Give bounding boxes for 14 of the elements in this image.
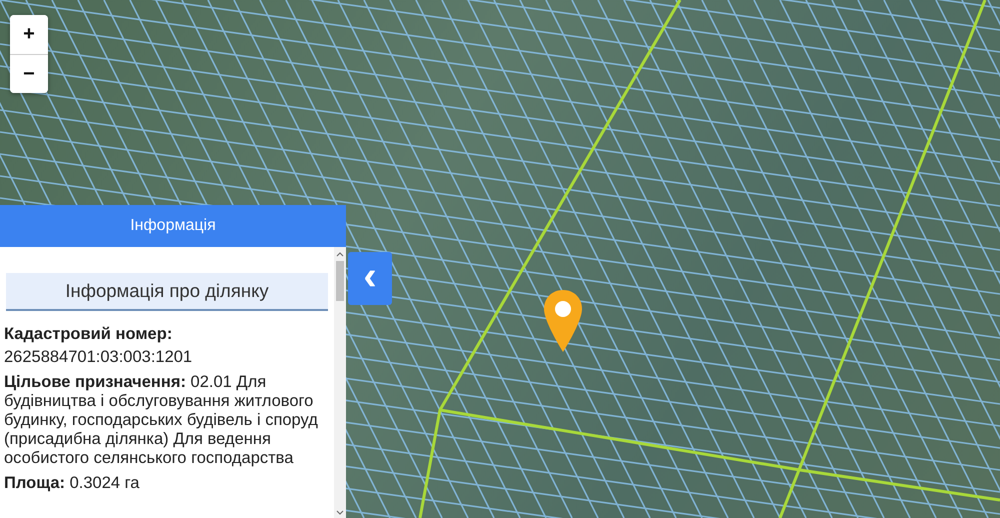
scroll-up-icon[interactable]: [336, 251, 344, 257]
scrollbar-thumb[interactable]: [336, 261, 344, 301]
scrollbar[interactable]: [334, 247, 346, 518]
cadastral-number-label: Кадастровий номер:: [4, 325, 174, 344]
zoom-in-button[interactable]: +: [10, 15, 48, 54]
section-heading: Інформація про ділянку: [6, 273, 328, 311]
collapse-panel-button[interactable]: ‹: [348, 252, 392, 305]
map-pin-icon[interactable]: [541, 288, 585, 354]
area-text: Площа: 0.3024 га: [4, 474, 140, 493]
cadastral-number-value: 2625884701:03:003:1201: [4, 348, 194, 367]
purpose-text: Цільове призначення: 02.01 Для будівництва і обслуговування житлового будинку, господарських будівель і споруд (присадибна ділянка) Для ведення особистого селянського господарства: [4, 373, 319, 468]
panel-title: Інформація: [0, 205, 346, 247]
scroll-down-icon[interactable]: [336, 510, 344, 516]
zoom-out-button[interactable]: −: [10, 54, 48, 93]
